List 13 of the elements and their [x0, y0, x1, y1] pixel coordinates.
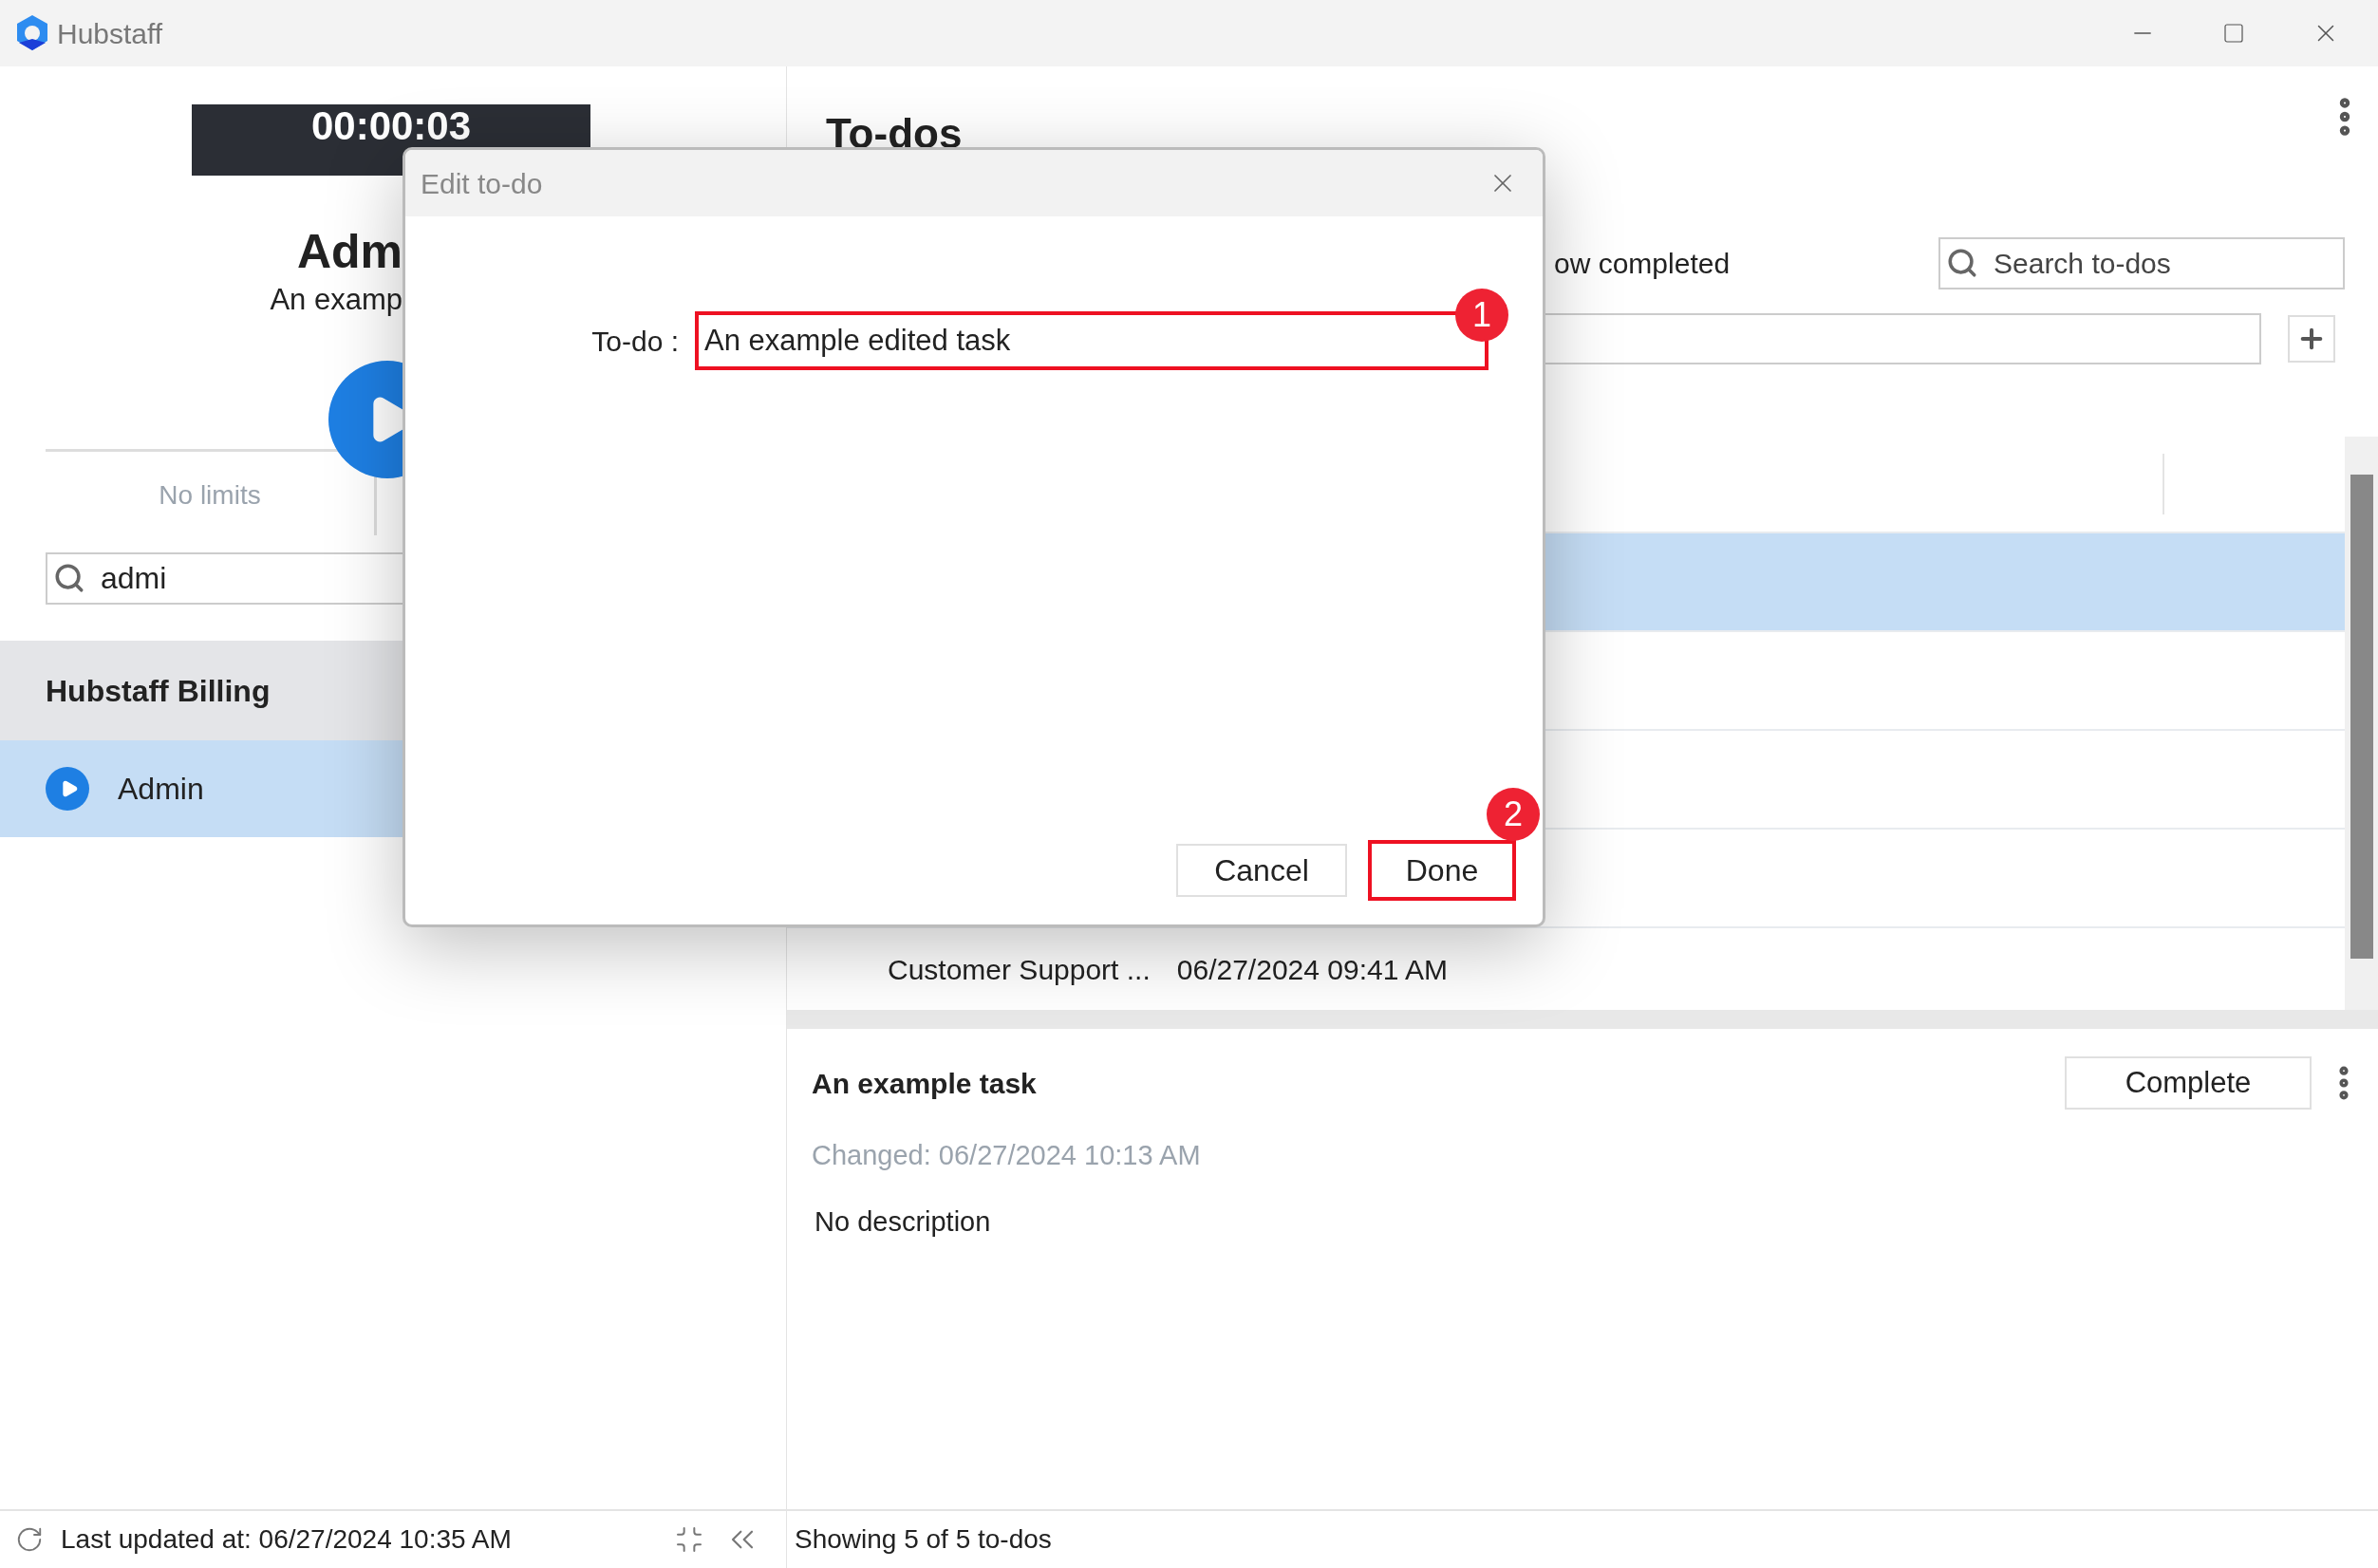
todos-title: To-dos	[826, 109, 963, 159]
table-cell-text: 06/27/2024 09:41 AM	[1176, 952, 1449, 987]
table-cell-text: Customer Support ...	[888, 952, 1151, 987]
todo-count-text: Showing 5 of 5 to-dos	[795, 1523, 1052, 1556]
task-title: An example task	[812, 1066, 1037, 1101]
changed-text: Changed: 06/27/2024 10:13 AM	[812, 1139, 1202, 1172]
limits-text: No limits	[159, 479, 261, 512]
window-title: Hubstaff	[57, 16, 163, 51]
description-text: No description	[815, 1204, 992, 1239]
project-name: Adm	[296, 228, 403, 275]
task-name: An examp	[270, 285, 403, 318]
last-updated-text: Last updated at: 06/27/2024 10:35 AM	[61, 1523, 512, 1556]
todo-label: To-do :	[590, 324, 679, 359]
